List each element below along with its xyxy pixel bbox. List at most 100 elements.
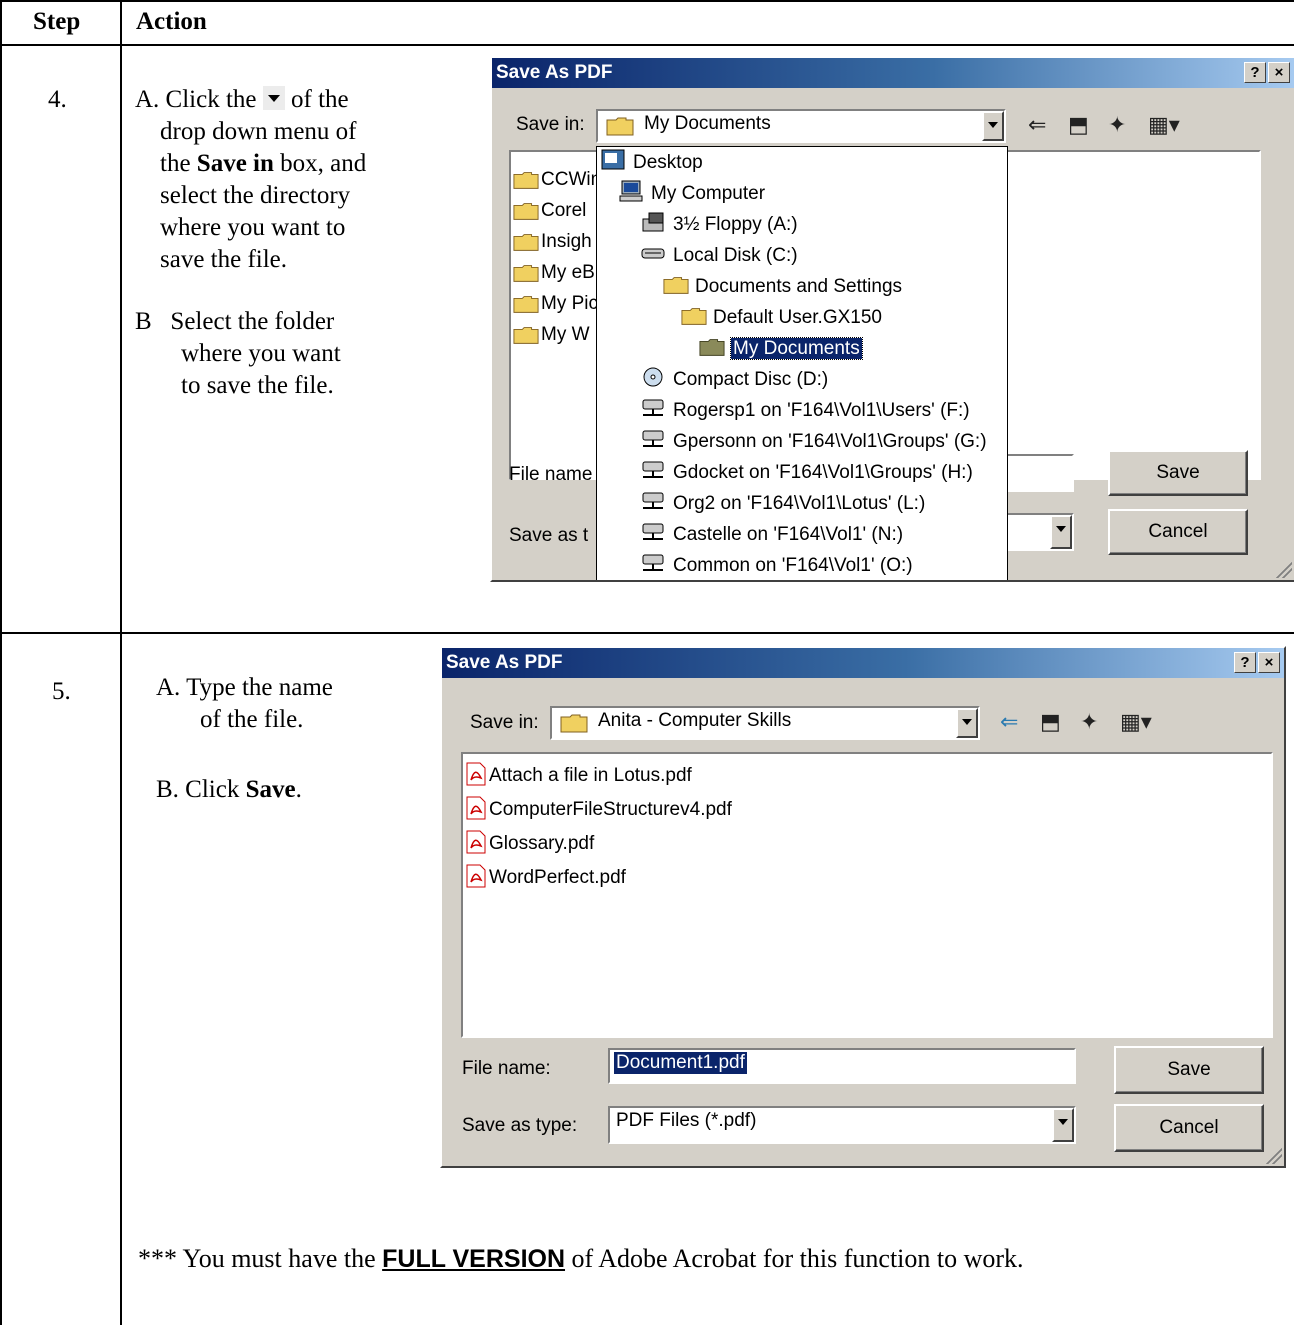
dropdown-item-label: Org2 on 'F164\Vol1\Lotus' (L:) [673,493,926,514]
instruction-line: B. Click Save. [156,774,426,806]
save-in-dropdown-list[interactable]: Desktop My Computer 3½ Floppy (A:) Local Di… [596,146,1008,580]
folder-icon [513,293,539,317]
file-list-pane[interactable]: Attach a file in Lotus.pdf ComputerFileSt… [461,752,1273,1038]
table-left-border [0,0,2,1325]
list-item[interactable]: My W [513,319,590,351]
file-name-field[interactable]: Document1.pdf [608,1048,1076,1084]
dropdown-item[interactable]: Documents and Settings [663,271,902,303]
list-item-label: My W [541,324,590,345]
list-marker: A [900,994,914,1015]
dropdown-item-label: Documents and Settings [695,276,903,297]
folder-icon [681,305,707,325]
footer-note: *** You must have the FULL VERSION of Ad… [138,1244,1024,1274]
back-arrow-icon[interactable]: ⇐ [1028,111,1046,139]
close-button[interactable]: × [1268,62,1290,83]
list-item[interactable]: My eB [513,257,595,289]
cd-icon [641,366,667,387]
list-item[interactable]: Insigh [513,226,592,258]
folder-icon [663,274,689,294]
instruction-text: select the directory [160,182,351,209]
footer-text: of Adobe Acrobat for this function to wo… [571,1244,1024,1273]
header-divider [0,44,1294,46]
instruction-text: B Select the folder [135,308,335,335]
instruction-text: of the file. [200,706,304,733]
pdf-file-icon [465,762,487,786]
back-arrow-icon[interactable]: ⇐ [1000,708,1018,736]
folder-icon [513,262,539,286]
table-top-border [0,0,1294,2]
pdf-file-icon [465,864,487,888]
instruction-text: where you want to [160,214,346,241]
dropdown-item[interactable]: Org2 on 'F164\Vol1\Lotus' (L:) [641,488,925,520]
save-in-dropdown-button[interactable] [982,111,1004,141]
close-button[interactable]: × [1258,652,1280,673]
up-folder-icon[interactable]: ⬒ [1068,111,1089,139]
step-number: 5. [52,678,71,705]
desktop-icon [601,149,627,170]
dropdown-item[interactable]: My Documents [699,333,863,365]
dialog-title: Save As PDF [446,652,563,673]
dropdown-item[interactable]: Common on 'F164\Vol1' (O:) [641,550,913,580]
save-as-type-dropdown-button[interactable] [1052,1108,1074,1142]
toolbar-icons: ⇐ ⬒ ✦ ▦▾ [994,708,1194,738]
dialog-titlebar: Save As PDF [492,58,1294,88]
view-menu-icon[interactable]: ▦▾ [1120,708,1152,736]
save-button[interactable]: Save [1108,450,1248,496]
file-list-item[interactable]: WordPerfect.pdf [465,862,626,894]
dropdown-item-label: Compact Disc (D:) [673,369,829,390]
network-drive-icon [641,521,667,541]
list-item[interactable]: My Pic [513,288,598,320]
view-menu-icon[interactable]: ▦▾ [1148,111,1180,139]
instruction-text: the [160,150,191,177]
new-folder-icon[interactable]: ✦ [1108,111,1126,139]
dropdown-item[interactable]: Rogersp1 on 'F164\Vol1\Users' (F:) [641,395,970,427]
save-in-combo[interactable]: My Documents [596,109,1006,143]
dropdown-item[interactable]: Castelle on 'F164\Vol1' (N:) [641,519,903,551]
file-name-label: File name: [462,1058,551,1079]
cancel-button[interactable]: Cancel [1114,1104,1264,1152]
floppy-icon [641,211,667,232]
up-folder-icon[interactable]: ⬒ [1040,708,1061,736]
instruction-text: box, and [280,150,367,177]
folder-icon [513,231,539,255]
dropdown-item[interactable]: Gpersonn on 'F164\Vol1\Groups' (G:) [641,426,987,458]
instruction-bold: Save [245,776,296,803]
dropdown-item[interactable]: 3½ Floppy (A:) [641,209,798,241]
save-as-type-combo[interactable]: PDF Files (*.pdf) [608,1106,1076,1144]
instruction-text: to save the file. [181,372,334,399]
file-name: ComputerFileStructurev4.pdf [489,799,732,820]
save-in-combo[interactable]: Anita - Computer Skills [550,706,980,740]
file-name-label: File name [509,464,593,485]
save-as-pdf-dialog-step5: Save As PDF ? × Save in: Anita - Compute… [440,646,1286,1168]
list-item[interactable]: Corel [513,195,586,227]
dropdown-item[interactable]: Desktop [601,147,703,179]
dropdown-item-label: Common on 'F164\Vol1' (O:) [673,555,913,576]
save-button[interactable]: Save [1114,1046,1264,1094]
folder-icon [606,117,634,136]
file-list-item[interactable]: ComputerFileStructurev4.pdf [465,794,732,826]
save-as-type-label: Save as t [509,525,589,546]
file-list-item[interactable]: Glossary.pdf [465,828,594,860]
resize-grip[interactable] [1264,1146,1282,1164]
list-item-label: My Pic [541,293,598,314]
resize-grip[interactable] [1274,560,1292,578]
dropdown-arrow-icon [262,86,285,110]
dropdown-item[interactable]: Gdocket on 'F164\Vol1\Groups' (H:) [641,457,973,489]
network-drive-icon [641,490,667,510]
toolbar-icons: ⇐ ⬒ ✦ ▦▾ [1022,111,1222,141]
save-in-dropdown-button[interactable] [956,708,978,738]
cancel-button[interactable]: Cancel [1108,509,1248,555]
folder-icon [513,324,539,348]
folder-icon [513,169,539,193]
save-as-type-label: Save as type: [462,1115,578,1136]
new-folder-icon[interactable]: ✦ [1080,708,1098,736]
dropdown-item[interactable]: Compact Disc (D:) [641,364,828,396]
list-item[interactable]: CCWin [513,164,601,196]
file-list-item[interactable]: Attach a file in Lotus.pdf [465,760,692,792]
help-button[interactable]: ? [1244,62,1266,83]
save-as-type-dropdown-button[interactable] [1050,515,1072,549]
dropdown-item[interactable]: My Computer [619,178,765,210]
help-button[interactable]: ? [1234,652,1256,673]
dropdown-item[interactable]: Default User.GX150 [681,302,882,334]
dropdown-item[interactable]: Local Disk (C:) [641,240,798,272]
